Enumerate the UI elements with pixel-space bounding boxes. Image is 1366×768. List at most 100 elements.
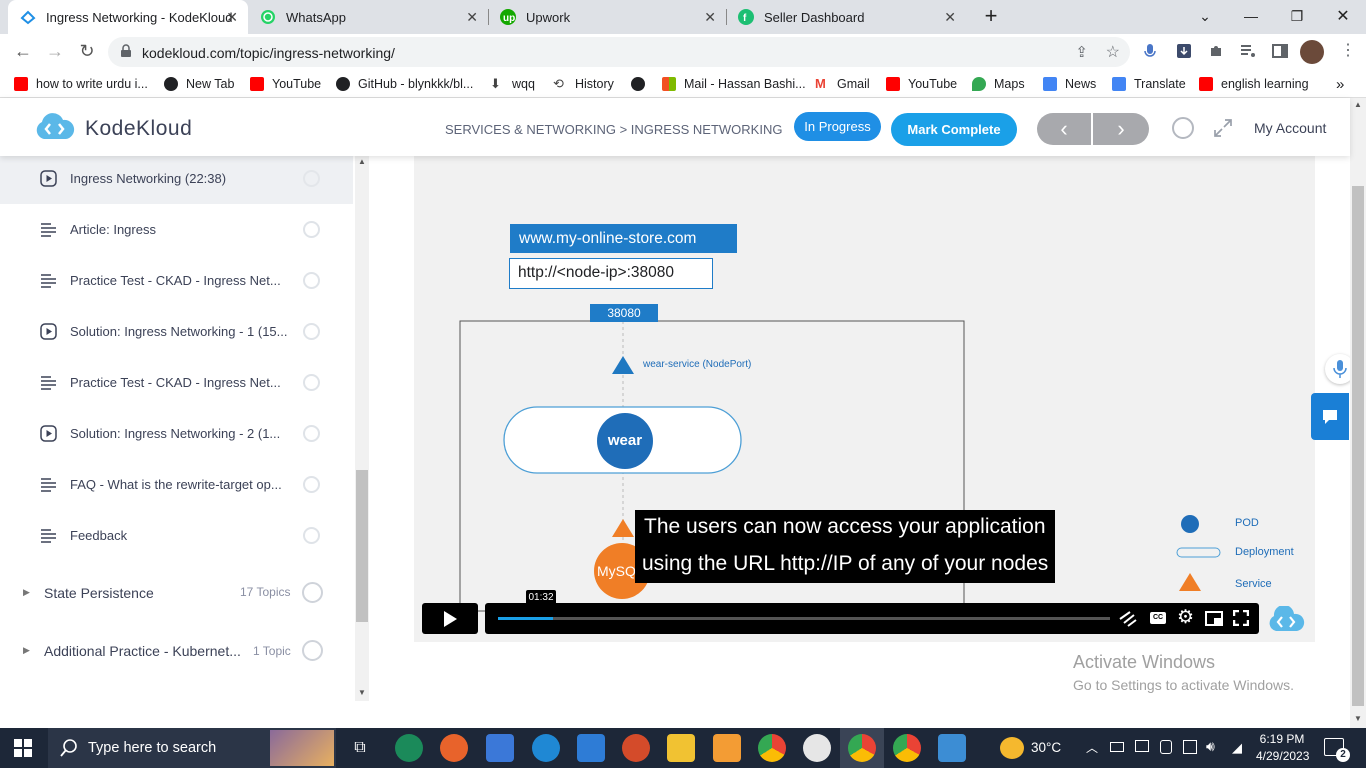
taskbar-search-box[interactable]: Type here to search — [48, 728, 336, 768]
kodekloud-logo-icon[interactable] — [34, 113, 76, 148]
menu-kebab-icon[interactable]: ⋮ — [1340, 40, 1356, 59]
weather-temp[interactable]: 30°C — [1031, 740, 1061, 755]
lesson-item[interactable]: Practice Test - CKAD - Ingress Net... — [0, 255, 353, 306]
lesson-item[interactable]: Practice Test - CKAD - Ingress Net... — [0, 357, 353, 408]
lesson-item[interactable]: Feedback — [0, 510, 353, 561]
chrome-icon[interactable] — [758, 734, 786, 762]
bookmark-item[interactable]: News — [1043, 75, 1096, 93]
fullscreen-icon[interactable] — [1232, 609, 1250, 631]
task-view-icon[interactable]: ⧉ — [346, 734, 374, 762]
picture-in-picture-icon[interactable] — [1205, 611, 1223, 631]
lesson-item[interactable]: FAQ - What is the rewrite-target op... — [0, 459, 353, 510]
bookmark-item[interactable]: english learning — [1199, 75, 1309, 93]
previous-lesson-button[interactable]: ‹ — [1037, 113, 1091, 145]
clock-date[interactable]: 4/29/2023 — [1256, 749, 1309, 763]
chrome-profile-icon[interactable] — [893, 734, 921, 762]
completion-circle[interactable] — [303, 272, 320, 289]
back-arrow-icon[interactable]: ← — [8, 36, 38, 66]
bookmark-star-icon[interactable]: ☆ — [1106, 42, 1120, 62]
tab-kodekloud[interactable]: Ingress Networking - KodeKloud ✕ — [8, 0, 248, 34]
download-extension-icon[interactable] — [1176, 43, 1192, 59]
tab-whatsapp[interactable]: WhatsApp ✕ — [248, 0, 488, 34]
tab-seller-dashboard[interactable]: f Seller Dashboard ✕ — [726, 0, 966, 34]
tab-search-chevron-icon[interactable]: ⌄ — [1182, 0, 1228, 32]
lesson-item[interactable]: Article: Ingress — [0, 204, 353, 255]
file-explorer-icon[interactable] — [667, 734, 695, 762]
bookmark-item[interactable]: YouTube — [886, 75, 957, 93]
expand-triangle-icon[interactable]: ▶ — [23, 587, 30, 598]
reload-icon[interactable]: ↻ — [72, 36, 102, 66]
address-bar[interactable]: kodekloud.com/topic/ingress-networking/ … — [108, 37, 1130, 67]
lesson-item[interactable]: Solution: Ingress Networking - 1 (15... — [0, 306, 353, 357]
app-icon[interactable] — [622, 734, 650, 762]
captions-icon[interactable]: CC — [1150, 612, 1166, 624]
weather-sun-icon[interactable] — [1000, 737, 1024, 759]
completion-circle[interactable] — [303, 323, 320, 340]
completion-circle[interactable] — [303, 476, 320, 493]
media-list-icon[interactable] — [1240, 43, 1256, 59]
kodekloud-watermark-icon[interactable] — [1266, 604, 1308, 639]
scroll-up-arrow-icon[interactable]: ▲ — [358, 157, 366, 166]
page-scrollbar[interactable]: ▲ ▼ — [1350, 98, 1366, 728]
edge-icon[interactable] — [395, 734, 423, 762]
obs-icon[interactable] — [803, 734, 831, 762]
bookmark-item[interactable]: Translate — [1112, 75, 1186, 93]
logo-text[interactable]: KodeKloud — [85, 117, 192, 141]
video-player[interactable]: www.my-online-store.com http://<node-ip>… — [414, 156, 1315, 642]
next-lesson-button[interactable]: › — [1093, 113, 1149, 145]
section-additional-practice[interactable]: ▶ Additional Practice - Kubernet... 1 To… — [0, 621, 353, 679]
lesson-item[interactable]: Ingress Networking (22:38) — [0, 153, 353, 204]
forward-arrow-icon[interactable]: → — [40, 36, 70, 66]
completion-circle[interactable] — [303, 527, 320, 544]
wifi-icon[interactable]: ◢ — [1232, 740, 1242, 756]
scroll-up-arrow-icon[interactable]: ▲ — [1354, 100, 1362, 109]
dark-mode-moon-icon[interactable] — [1172, 117, 1194, 144]
completion-circle[interactable] — [303, 221, 320, 238]
mic-extension-icon[interactable] — [1142, 43, 1158, 59]
bookmark-item[interactable]: M Gmail — [815, 75, 870, 93]
chat-support-button[interactable] — [1311, 393, 1349, 440]
settings-app-icon[interactable] — [713, 734, 741, 762]
play-button[interactable] — [422, 603, 478, 634]
completion-circle[interactable] — [303, 374, 320, 391]
sidepanel-icon[interactable] — [1272, 43, 1288, 59]
completion-circle[interactable] — [302, 582, 323, 603]
bookmark-item[interactable]: GitHub - blynkkk/bl... — [336, 75, 473, 93]
bookmark-item[interactable]: Maps — [972, 75, 1025, 93]
battery-icon[interactable] — [1110, 742, 1124, 752]
tray-chevron-icon[interactable]: ︿ — [1086, 739, 1098, 756]
my-account-link[interactable]: My Account — [1254, 120, 1326, 136]
bookmark-item[interactable]: YouTube — [250, 75, 321, 93]
close-window-icon[interactable]: ✕ — [1320, 0, 1366, 32]
close-icon[interactable]: ✕ — [466, 9, 478, 26]
completion-circle[interactable] — [303, 425, 320, 442]
webcam-icon[interactable] — [1160, 740, 1172, 754]
display-icon[interactable] — [1183, 740, 1197, 754]
more-bookmarks-button[interactable]: » — [1336, 75, 1344, 93]
scroll-down-arrow-icon[interactable]: ▼ — [358, 688, 366, 697]
settings-gear-icon[interactable]: ⚙ — [1177, 606, 1194, 629]
mark-complete-button[interactable]: Mark Complete — [891, 113, 1017, 146]
profile-avatar[interactable] — [1300, 40, 1324, 64]
photos-icon[interactable] — [938, 734, 966, 762]
scroll-down-arrow-icon[interactable]: ▼ — [1354, 714, 1362, 723]
network-icon[interactable] — [1135, 740, 1149, 752]
mail-icon[interactable] — [577, 734, 605, 762]
seek-bar[interactable] — [498, 617, 1110, 620]
sidebar-scrollbar[interactable]: ▲ ▼ — [355, 156, 369, 701]
minimize-icon[interactable]: — — [1228, 0, 1274, 32]
skype-icon[interactable] — [532, 734, 560, 762]
bookmark-item[interactable]: ⟲ History — [553, 75, 614, 93]
close-icon[interactable]: ✕ — [704, 9, 716, 26]
volume-muted-icon[interactable] — [1118, 610, 1138, 633]
chrome-active-window[interactable] — [840, 728, 884, 768]
completion-circle[interactable] — [303, 170, 320, 187]
section-state-persistence[interactable]: ▶ State Persistence 17 Topics — [0, 563, 353, 621]
maximize-icon[interactable]: ❐ — [1274, 0, 1320, 32]
scrollbar-thumb[interactable] — [1352, 186, 1364, 706]
windows-start-icon[interactable] — [14, 739, 32, 762]
puzzle-extensions-icon[interactable] — [1208, 43, 1224, 59]
bookmark-item[interactable]: ⬇ wqq — [490, 75, 535, 93]
close-icon[interactable]: ✕ — [944, 9, 956, 26]
bookmark-item[interactable]: how to write urdu i... — [14, 75, 148, 93]
